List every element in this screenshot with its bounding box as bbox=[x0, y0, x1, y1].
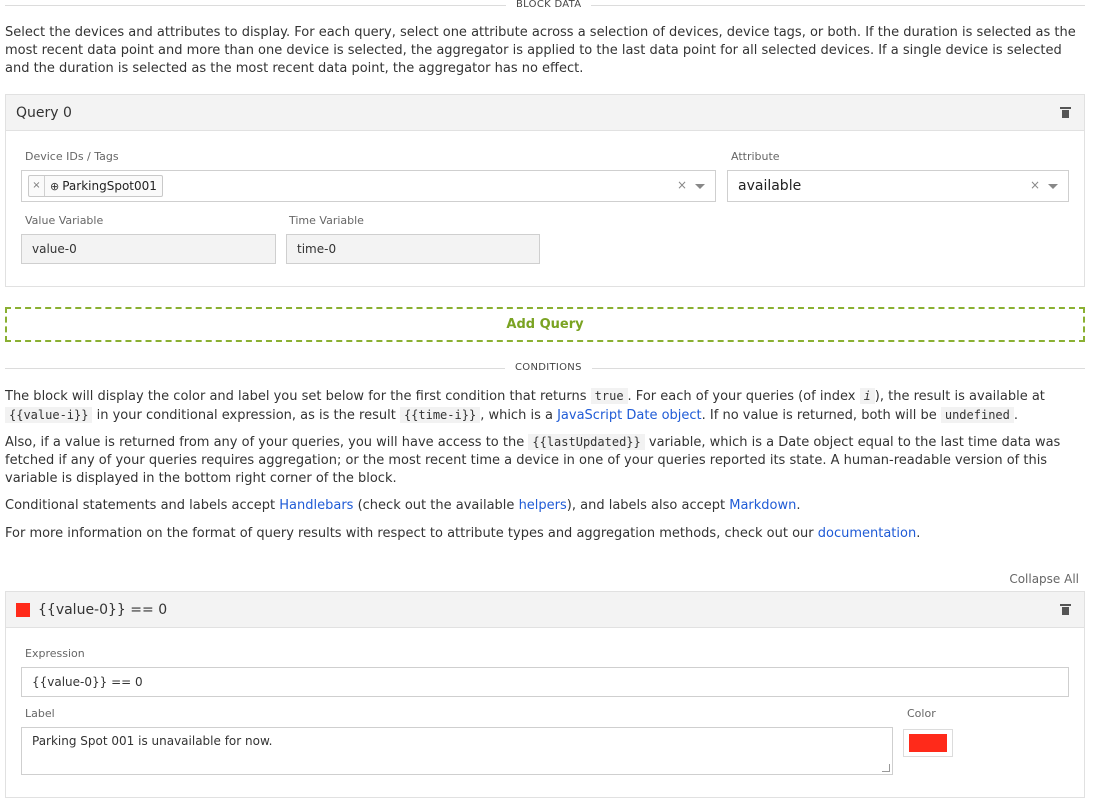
clear-icon[interactable]: × bbox=[1030, 178, 1040, 192]
value-variable-label: Value Variable bbox=[25, 214, 104, 227]
label-textarea[interactable]: Parking Spot 001 is unavailable for now. bbox=[21, 727, 893, 775]
text: ), the result is available at bbox=[874, 389, 1045, 404]
add-query-button[interactable]: Add Query bbox=[5, 307, 1085, 342]
color-fill bbox=[909, 734, 947, 752]
time-variable-label: Time Variable bbox=[289, 214, 364, 227]
value-variable-input[interactable]: value-0 bbox=[21, 234, 276, 264]
text: . bbox=[796, 498, 801, 513]
text: (check out the available bbox=[353, 498, 519, 513]
attribute-value: available bbox=[738, 178, 802, 194]
expression-input[interactable]: {{value-0}} == 0 bbox=[21, 667, 1069, 697]
condition-header[interactable]: {{value-0}} == 0 bbox=[6, 592, 1084, 628]
trash-icon[interactable] bbox=[1060, 604, 1071, 615]
conditions-title: CONDITIONS bbox=[505, 362, 592, 373]
text: . If no value is returned, both will be bbox=[701, 408, 941, 423]
device-chip-label: ParkingSpot001 bbox=[62, 179, 157, 193]
attribute-label: Attribute bbox=[731, 150, 780, 163]
collapse-all-button[interactable]: Collapse All bbox=[1009, 572, 1079, 586]
query-title: Query 0 bbox=[16, 104, 72, 121]
code-undefined: undefined bbox=[940, 407, 1014, 423]
device-icon: ⊕ bbox=[50, 179, 60, 193]
text: . bbox=[916, 526, 921, 541]
color-picker[interactable] bbox=[903, 729, 953, 757]
resize-handle-icon[interactable] bbox=[882, 764, 890, 772]
device-ids-select[interactable]: × ⊕ ParkingSpot001 × bbox=[21, 170, 716, 202]
expression-label: Expression bbox=[25, 647, 85, 660]
text: Conditional statements and labels accept bbox=[5, 498, 280, 513]
conditions-paragraph-4: For more information on the format of qu… bbox=[5, 525, 1085, 543]
markdown-link[interactable]: Markdown bbox=[729, 498, 796, 513]
block-data-intro: Select the devices and attributes to dis… bbox=[5, 25, 1076, 76]
code-true: true bbox=[590, 388, 628, 404]
time-variable-input[interactable]: time-0 bbox=[286, 234, 540, 264]
text: The block will display the color and lab… bbox=[5, 389, 591, 404]
text: . For each of your queries (of index bbox=[627, 389, 860, 404]
javascript-date-link[interactable]: JavaScript Date object bbox=[557, 408, 702, 423]
code-value-i: {{value-i}} bbox=[5, 407, 93, 423]
handlebars-link[interactable]: Handlebars bbox=[279, 498, 353, 513]
code-i: i bbox=[859, 388, 875, 404]
chevron-down-icon[interactable] bbox=[695, 184, 705, 189]
query-header[interactable]: Query 0 bbox=[6, 95, 1084, 131]
label-text: Parking Spot 001 is unavailable for now. bbox=[32, 734, 273, 748]
block-data-title: BLOCK DATA bbox=[506, 0, 592, 10]
trash-icon[interactable] bbox=[1060, 107, 1071, 118]
code-last-updated: {{lastUpdated}} bbox=[528, 434, 645, 450]
condition-title: {{value-0}} == 0 bbox=[38, 601, 168, 618]
text: , which is a bbox=[480, 408, 558, 423]
label-field-label: Label bbox=[25, 707, 55, 720]
documentation-link[interactable]: documentation bbox=[818, 526, 916, 541]
conditions-paragraph-3: Conditional statements and labels accept… bbox=[5, 497, 1085, 515]
clear-icon[interactable]: × bbox=[677, 178, 687, 192]
color-label: Color bbox=[907, 707, 936, 720]
text: in your conditional expression, as is th… bbox=[92, 408, 400, 423]
chevron-down-icon[interactable] bbox=[1048, 184, 1058, 189]
attribute-select[interactable]: available × bbox=[727, 170, 1069, 202]
device-chip: × ⊕ ParkingSpot001 bbox=[28, 175, 163, 197]
chip-remove-icon[interactable]: × bbox=[29, 176, 45, 196]
text: For more information on the format of qu… bbox=[5, 526, 818, 541]
code-time-i: {{time-i}} bbox=[399, 407, 481, 423]
conditions-paragraph-1: The block will display the color and lab… bbox=[5, 387, 1085, 425]
text: . bbox=[1013, 408, 1019, 423]
helpers-link[interactable]: helpers bbox=[519, 498, 567, 513]
conditions-paragraph-2: Also, if a value is returned from any of… bbox=[5, 433, 1085, 488]
text: Also, if a value is returned from any of… bbox=[5, 435, 529, 450]
device-ids-label: Device IDs / Tags bbox=[25, 150, 119, 163]
color-swatch bbox=[16, 602, 30, 617]
text: ), and labels also accept bbox=[566, 498, 730, 513]
